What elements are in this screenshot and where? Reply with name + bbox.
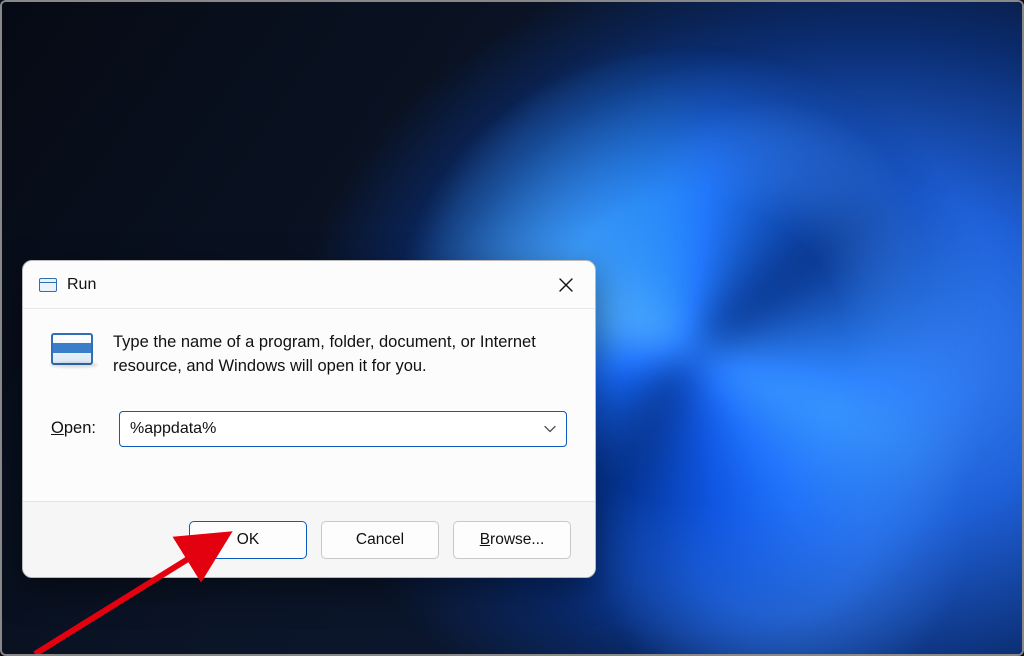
screenshot-frame: Run Type the name of a program, folder, … (0, 0, 1024, 656)
cancel-button-label: Cancel (356, 531, 404, 549)
open-label: Open: (51, 419, 103, 438)
open-input[interactable] (120, 412, 566, 446)
prompt-text: Type the name of a program, folder, docu… (113, 331, 567, 379)
dialog-body: Type the name of a program, folder, docu… (23, 309, 595, 447)
run-app-icon (39, 278, 57, 292)
run-large-icon (51, 333, 93, 365)
browse-button[interactable]: Browse... (453, 521, 571, 559)
dialog-title: Run (67, 276, 543, 294)
open-combobox[interactable] (119, 411, 567, 447)
close-button[interactable] (543, 262, 589, 308)
cancel-button[interactable]: Cancel (321, 521, 439, 559)
ok-button[interactable]: OK (189, 521, 307, 559)
browse-button-label: Browse... (480, 531, 545, 549)
ok-button-label: OK (237, 531, 259, 549)
button-bar: OK Cancel Browse... (23, 501, 595, 577)
close-icon (559, 278, 573, 292)
titlebar: Run (23, 261, 595, 309)
run-dialog: Run Type the name of a program, folder, … (22, 260, 596, 578)
